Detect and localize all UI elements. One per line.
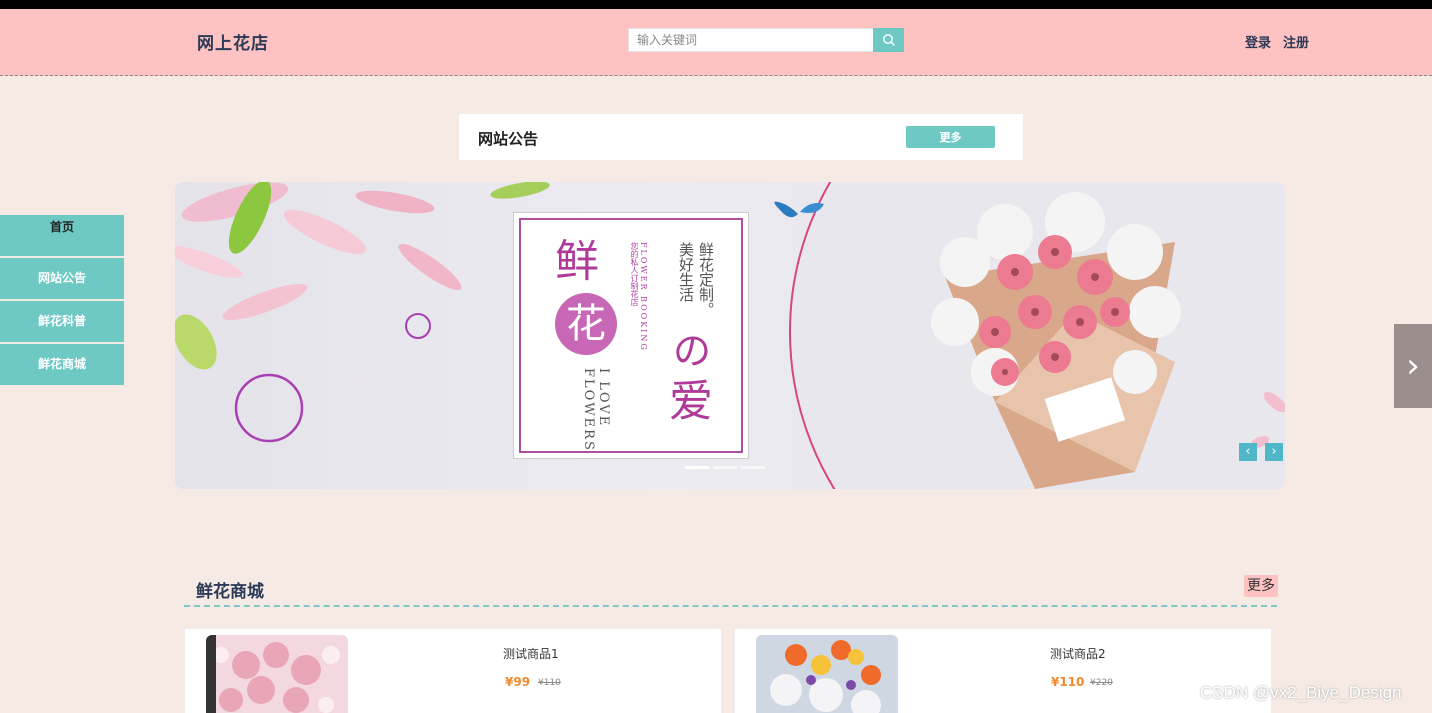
product-old-price: ¥220 — [1090, 678, 1113, 688]
carousel-dot[interactable] — [685, 466, 709, 469]
banner-card-frame: 鲜 花 I LOVE FLOWERS FLOWER BOOKING 您的私人订制… — [519, 218, 743, 453]
product-price: ¥110 — [1051, 675, 1085, 689]
banner-char-ai: 爱 — [669, 376, 713, 427]
product-old-price: ¥110 — [538, 678, 561, 688]
banner-booking-cn: 您的私人订制花店 — [630, 242, 639, 306]
shop-more-button[interactable]: 更多 — [1244, 575, 1278, 597]
page-next-arrow-icon[interactable]: › — [1394, 324, 1432, 408]
auth-links: 登录 注册 — [1245, 32, 1309, 51]
banner-char-xian: 鲜 — [555, 236, 599, 287]
top-black-bar — [0, 0, 1432, 9]
product-image[interactable] — [756, 635, 898, 713]
side-nav: 首页 网站公告 鲜花科普 鲜花商城 — [0, 215, 124, 387]
banner-slogan-a: 鲜花定制。 — [697, 242, 715, 317]
banner-center-card: 鲜 花 I LOVE FLOWERS FLOWER BOOKING 您的私人订制… — [513, 212, 749, 459]
sidenav-item-home[interactable]: 首页 — [0, 215, 124, 256]
notice-bar: 网站公告 更多 — [459, 114, 1023, 160]
site-logo[interactable]: 网上花店 — [197, 29, 269, 54]
carousel-dot[interactable] — [741, 466, 765, 469]
carousel-dot[interactable] — [713, 466, 737, 469]
product-image[interactable] — [206, 635, 348, 713]
notice-more-button[interactable]: 更多 — [906, 126, 995, 148]
search-button[interactable] — [873, 28, 904, 52]
register-link[interactable]: 注册 — [1283, 32, 1309, 51]
search-box — [628, 28, 904, 52]
sidenav-item-science[interactable]: 鲜花科普 — [0, 301, 124, 342]
sidenav-item-notice[interactable]: 网站公告 — [0, 258, 124, 299]
banner-carousel[interactable]: 鲜 花 I LOVE FLOWERS FLOWER BOOKING 您的私人订制… — [175, 182, 1285, 489]
search-input[interactable] — [628, 28, 874, 52]
carousel-prev-icon[interactable]: ‹ — [1239, 443, 1257, 461]
product-name[interactable]: 测试商品1 — [503, 645, 559, 662]
carousel-indicators — [685, 466, 765, 469]
product-price: ¥99 — [505, 675, 531, 689]
product-card[interactable]: 测试商品1 ¥99 ¥110 — [184, 628, 722, 713]
product-card[interactable]: 测试商品2 ¥110 ¥220 — [734, 628, 1272, 713]
banner-booking-en: FLOWER BOOKING — [639, 242, 648, 352]
sidenav-item-shop[interactable]: 鲜花商城 — [0, 344, 124, 385]
banner-char-hua: 花 — [555, 293, 617, 355]
banner-subtitle-en: I LOVE FLOWERS — [581, 368, 611, 452]
shop-section-title: 鲜花商城 — [196, 582, 264, 602]
section-divider — [184, 605, 1277, 607]
notice-title: 网站公告 — [478, 130, 539, 148]
carousel-next-icon[interactable]: › — [1265, 443, 1283, 461]
login-link[interactable]: 登录 — [1245, 32, 1271, 51]
header: 网上花店 登录 注册 — [0, 9, 1432, 76]
banner-slogan-b: 美好生活 — [677, 242, 695, 302]
banner-char-no: の — [673, 329, 712, 373]
search-icon — [882, 34, 895, 46]
product-name[interactable]: 测试商品2 — [1050, 645, 1106, 662]
watermark: CSDN @vx2_Biye_Design — [1200, 683, 1402, 702]
